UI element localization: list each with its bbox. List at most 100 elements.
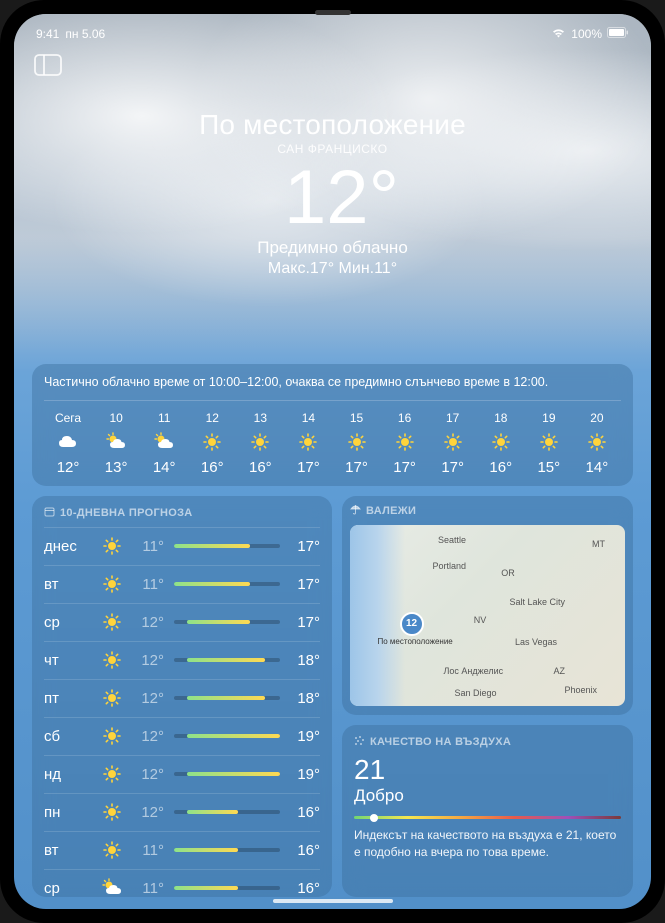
hour-label: Сега xyxy=(55,411,81,425)
aqi-description: Индексът на качеството на въздуха е 21, … xyxy=(354,827,621,859)
hourly-forecast-card[interactable]: Частично облачно време от 10:00–12:00, о… xyxy=(32,364,633,486)
day-high: 16° xyxy=(290,804,320,821)
day-name: вт xyxy=(44,576,90,593)
air-quality-card[interactable]: КАЧЕСТВО НА ВЪЗДУХА 21 Добро Индексът на… xyxy=(342,725,633,896)
temp-range-bar xyxy=(174,848,280,852)
day-high: 18° xyxy=(290,690,320,707)
hourly-item[interactable]: 1316° xyxy=(236,411,284,476)
sun-icon xyxy=(442,431,464,453)
hourly-item[interactable]: 2014° xyxy=(573,411,621,476)
map-location-pin[interactable]: 12 xyxy=(400,612,424,636)
sun-icon xyxy=(100,764,124,784)
daily-row[interactable]: ср12°17° xyxy=(44,603,320,641)
hour-temp: 17° xyxy=(441,459,464,476)
calendar-icon xyxy=(44,506,55,520)
hour-temp: 16° xyxy=(489,459,512,476)
hourly-item[interactable]: 1517° xyxy=(332,411,380,476)
map-city-label: Portland xyxy=(433,561,467,571)
hourly-item[interactable]: 1013° xyxy=(92,411,140,476)
daily-row[interactable]: пт 12° 18° xyxy=(44,679,320,717)
map-city-label: Salt Lake City xyxy=(510,597,566,607)
hour-label: 13 xyxy=(254,411,267,425)
sun-icon xyxy=(249,431,271,453)
precipitation-map[interactable]: SeattlePortlandORMTSalt Lake CityNVLas V… xyxy=(350,525,625,707)
location-header[interactable]: По местоположение САН ФРАНЦИСКО 12° Пред… xyxy=(14,109,651,278)
hour-label: 10 xyxy=(109,411,122,425)
hour-temp: 14° xyxy=(586,459,609,476)
day-high: 17° xyxy=(290,538,320,555)
hourly-item[interactable]: 1114° xyxy=(140,411,188,476)
sun-icon xyxy=(100,840,124,860)
aqi-scale-bar xyxy=(354,816,621,819)
day-high: 19° xyxy=(290,728,320,745)
sun-icon xyxy=(100,688,124,708)
daily-row[interactable]: чт12°18° xyxy=(44,641,320,679)
map-city-label: OR xyxy=(501,568,515,578)
day-name: ср xyxy=(44,880,90,897)
day-low: 11° xyxy=(134,880,164,897)
hourly-item[interactable]: 16 17° xyxy=(381,411,429,476)
temp-range-bar xyxy=(174,544,280,548)
day-name: нд xyxy=(44,766,90,783)
hour-temp: 17° xyxy=(393,459,416,476)
hourly-item[interactable]: 1417° xyxy=(284,411,332,476)
day-low: 12° xyxy=(134,652,164,669)
day-name: сб xyxy=(44,728,90,745)
daily-row[interactable]: днес11°17° xyxy=(44,527,320,565)
hourly-item[interactable]: 1816° xyxy=(477,411,525,476)
hour-label: 16 xyxy=(398,411,411,425)
home-indicator[interactable] xyxy=(273,899,393,903)
daily-row[interactable]: пн12°16° xyxy=(44,793,320,831)
hour-temp: 12° xyxy=(57,459,80,476)
status-date: пн 5.06 xyxy=(65,27,105,41)
hourly-item[interactable]: 1717° xyxy=(429,411,477,476)
day-low: 12° xyxy=(134,766,164,783)
daily-forecast-card[interactable]: 10-ДНЕВНА ПРОГНОЗА днес11°17°вт11°17°ср1… xyxy=(32,496,332,897)
hourly-item[interactable]: 1915° xyxy=(525,411,573,476)
temp-range-bar xyxy=(174,734,280,738)
day-name: днес xyxy=(44,538,90,555)
current-temperature: 12° xyxy=(32,160,651,236)
map-city-label: San Diego xyxy=(455,688,497,698)
daily-row[interactable]: вт11°16° xyxy=(44,831,320,869)
daily-row[interactable]: вт11°17° xyxy=(44,565,320,603)
sun-icon xyxy=(490,431,512,453)
day-high: 19° xyxy=(290,766,320,783)
map-city-label: Phoenix xyxy=(565,685,598,695)
hourly-summary: Частично облачно време от 10:00–12:00, о… xyxy=(44,374,621,401)
day-name: пт xyxy=(44,690,90,707)
daily-title: 10-ДНЕВНА ПРОГНОЗА xyxy=(44,506,320,527)
day-low: 12° xyxy=(134,728,164,745)
hour-temp: 16° xyxy=(201,459,224,476)
location-mode: По местоположение xyxy=(14,109,651,141)
sun-icon xyxy=(346,431,368,453)
battery-percent: 100% xyxy=(571,27,602,41)
sun-icon xyxy=(201,431,223,453)
aqi-title: КАЧЕСТВО НА ВЪЗДУХА xyxy=(354,735,621,756)
temp-range-bar xyxy=(174,696,280,700)
sun-icon xyxy=(538,431,560,453)
map-ocean xyxy=(350,525,405,707)
daily-row[interactable]: сб 12° 19° xyxy=(44,717,320,755)
wifi-icon xyxy=(551,27,566,41)
weather-content: По местоположение САН ФРАНЦИСКО 12° Пред… xyxy=(14,14,651,909)
day-low: 12° xyxy=(134,804,164,821)
temp-range-bar xyxy=(174,886,280,890)
map-city-label: Las Vegas xyxy=(515,637,557,647)
hourly-item[interactable]: Сега 12° xyxy=(44,411,92,476)
sidebar-toggle-button[interactable] xyxy=(34,54,64,80)
sun-icon xyxy=(586,431,608,453)
partly-icon xyxy=(105,431,127,453)
precipitation-card[interactable]: ВАЛЕЖИ SeattlePortlandORMTSalt Lake City… xyxy=(342,496,633,716)
sun-icon xyxy=(297,431,319,453)
day-low: 11° xyxy=(134,576,164,593)
daily-row[interactable]: ср11°16° xyxy=(44,869,320,897)
temp-range-bar xyxy=(174,810,280,814)
sun-icon xyxy=(100,726,124,746)
status-time: 9:41 xyxy=(36,27,59,41)
sun-icon xyxy=(394,431,416,453)
daily-row[interactable]: нд 12° 19° xyxy=(44,755,320,793)
hourly-scroll[interactable]: Сега12°1013°1114°1216°1316°1417°1517°161… xyxy=(44,401,621,476)
hourly-item[interactable]: 1216° xyxy=(188,411,236,476)
day-low: 12° xyxy=(134,690,164,707)
